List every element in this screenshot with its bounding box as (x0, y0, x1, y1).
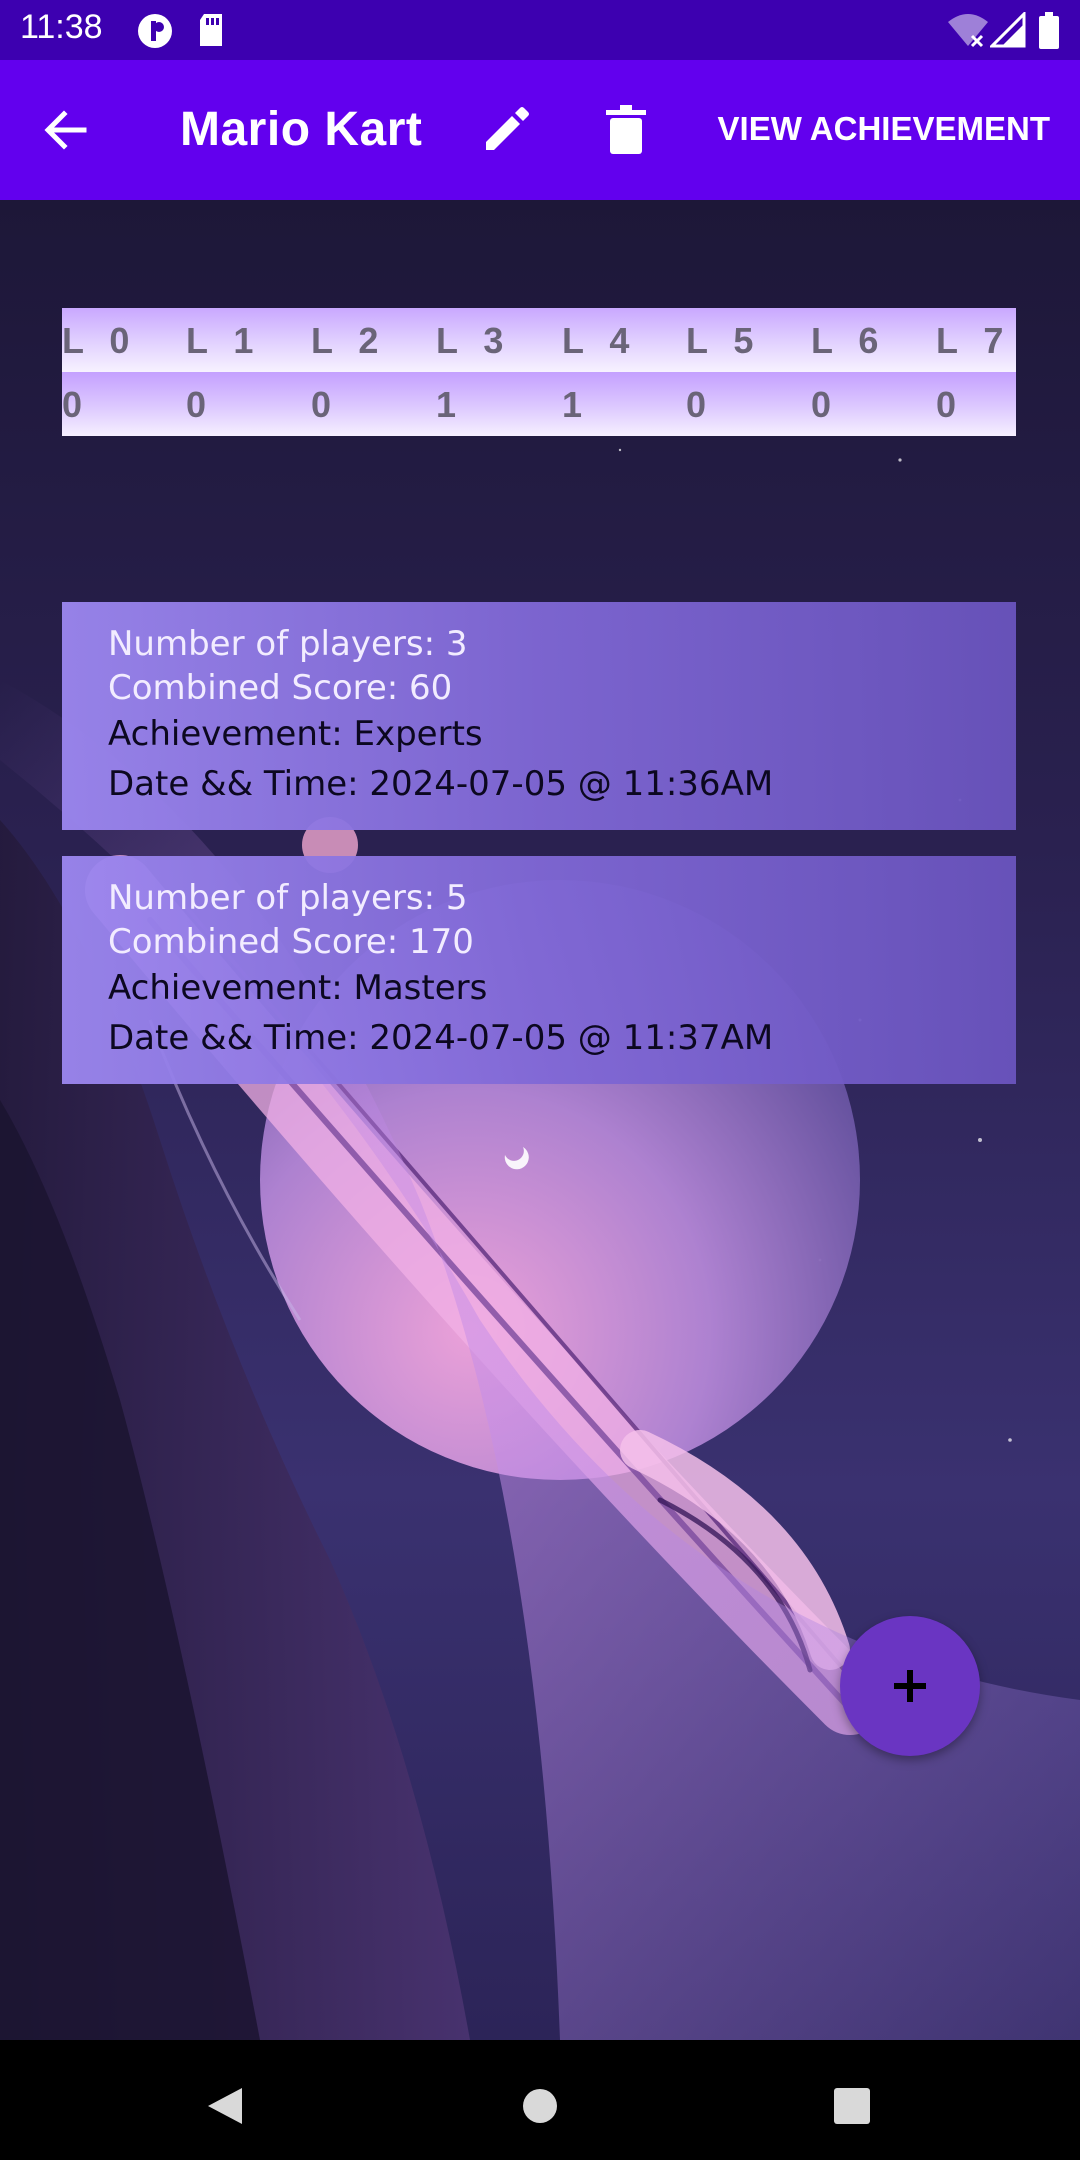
add-session-button[interactable] (840, 1616, 980, 1756)
status-bar: 11:38 (0, 0, 1080, 60)
pencil-icon (486, 107, 529, 150)
level-value: 0 (311, 384, 332, 425)
back-arrow-icon (44, 110, 87, 150)
level-header: L 7 (936, 320, 1012, 361)
app-bar: Mario Kart VIEW ACHIEVEMENT (0, 60, 1080, 200)
level-value: 1 (562, 384, 583, 425)
level-value: 0 (186, 384, 207, 425)
level-header: L 5 (686, 320, 762, 361)
achievement-label: Achievement: Experts (108, 714, 483, 754)
nav-recents-button[interactable] (822, 2076, 882, 2136)
status-time: 11:38 (20, 8, 103, 46)
nav-back-button[interactable] (196, 2076, 256, 2136)
level-value: 0 (811, 384, 832, 425)
system-nav-bar (0, 2040, 1080, 2160)
session-datetime: Date && Time: 2024-07-05 @ 11:37AM (108, 1018, 774, 1058)
players-count: Number of players: 5 (108, 878, 468, 918)
session-card[interactable]: Number of players: 3 Combined Score: 60 … (62, 602, 1016, 830)
players-count: Number of players: 3 (108, 624, 468, 664)
level-header: L 4 (562, 320, 638, 361)
nav-home-button[interactable] (510, 2076, 570, 2136)
delete-button[interactable] (596, 100, 656, 160)
app-screen: 11:38 Mario Kart VIEW ACHIEVEMENT L 0 L … (0, 0, 1080, 2160)
back-button[interactable] (36, 100, 96, 160)
nav-back-icon (208, 2088, 242, 2124)
level-header: L 0 (62, 320, 138, 361)
view-achievement-button[interactable]: VIEW ACHIEVEMENT (718, 110, 1050, 148)
level-value: 0 (686, 384, 707, 425)
level-header: L 6 (811, 320, 887, 361)
level-value: 0 (62, 384, 83, 425)
level-value: 1 (436, 384, 457, 425)
wifi-off-icon (946, 12, 990, 52)
cell-signal-icon (988, 10, 1026, 52)
session-card[interactable]: Number of players: 5 Combined Score: 170… (62, 856, 1016, 1084)
level-header: L 2 (311, 320, 387, 361)
nav-recents-icon (834, 2088, 870, 2124)
nav-home-icon (523, 2089, 557, 2123)
trash-icon (606, 105, 646, 154)
combined-score: Combined Score: 170 (108, 922, 474, 962)
sd-card-icon (196, 12, 226, 52)
level-header: L 1 (186, 320, 262, 361)
level-value: 0 (936, 384, 957, 425)
level-header-row: L 0 L 1 L 2 L 3 L 4 L 5 L 6 L 7 (62, 308, 1016, 372)
battery-icon (1038, 12, 1060, 54)
space-background-image (0, 200, 1080, 2040)
edit-button[interactable] (476, 100, 536, 160)
session-datetime: Date && Time: 2024-07-05 @ 11:36AM (108, 764, 774, 804)
achievement-label: Achievement: Masters (108, 968, 488, 1008)
privacy-indicator-icon (136, 12, 174, 54)
level-value-row: 0 0 0 1 1 0 0 0 (62, 372, 1016, 436)
level-count-table: L 0 L 1 L 2 L 3 L 4 L 5 L 6 L 7 0 0 0 1 … (62, 308, 1016, 436)
level-header: L 3 (436, 320, 512, 361)
combined-score: Combined Score: 60 (108, 668, 453, 708)
plus-icon (894, 1670, 926, 1702)
page-title: Mario Kart (180, 103, 423, 156)
